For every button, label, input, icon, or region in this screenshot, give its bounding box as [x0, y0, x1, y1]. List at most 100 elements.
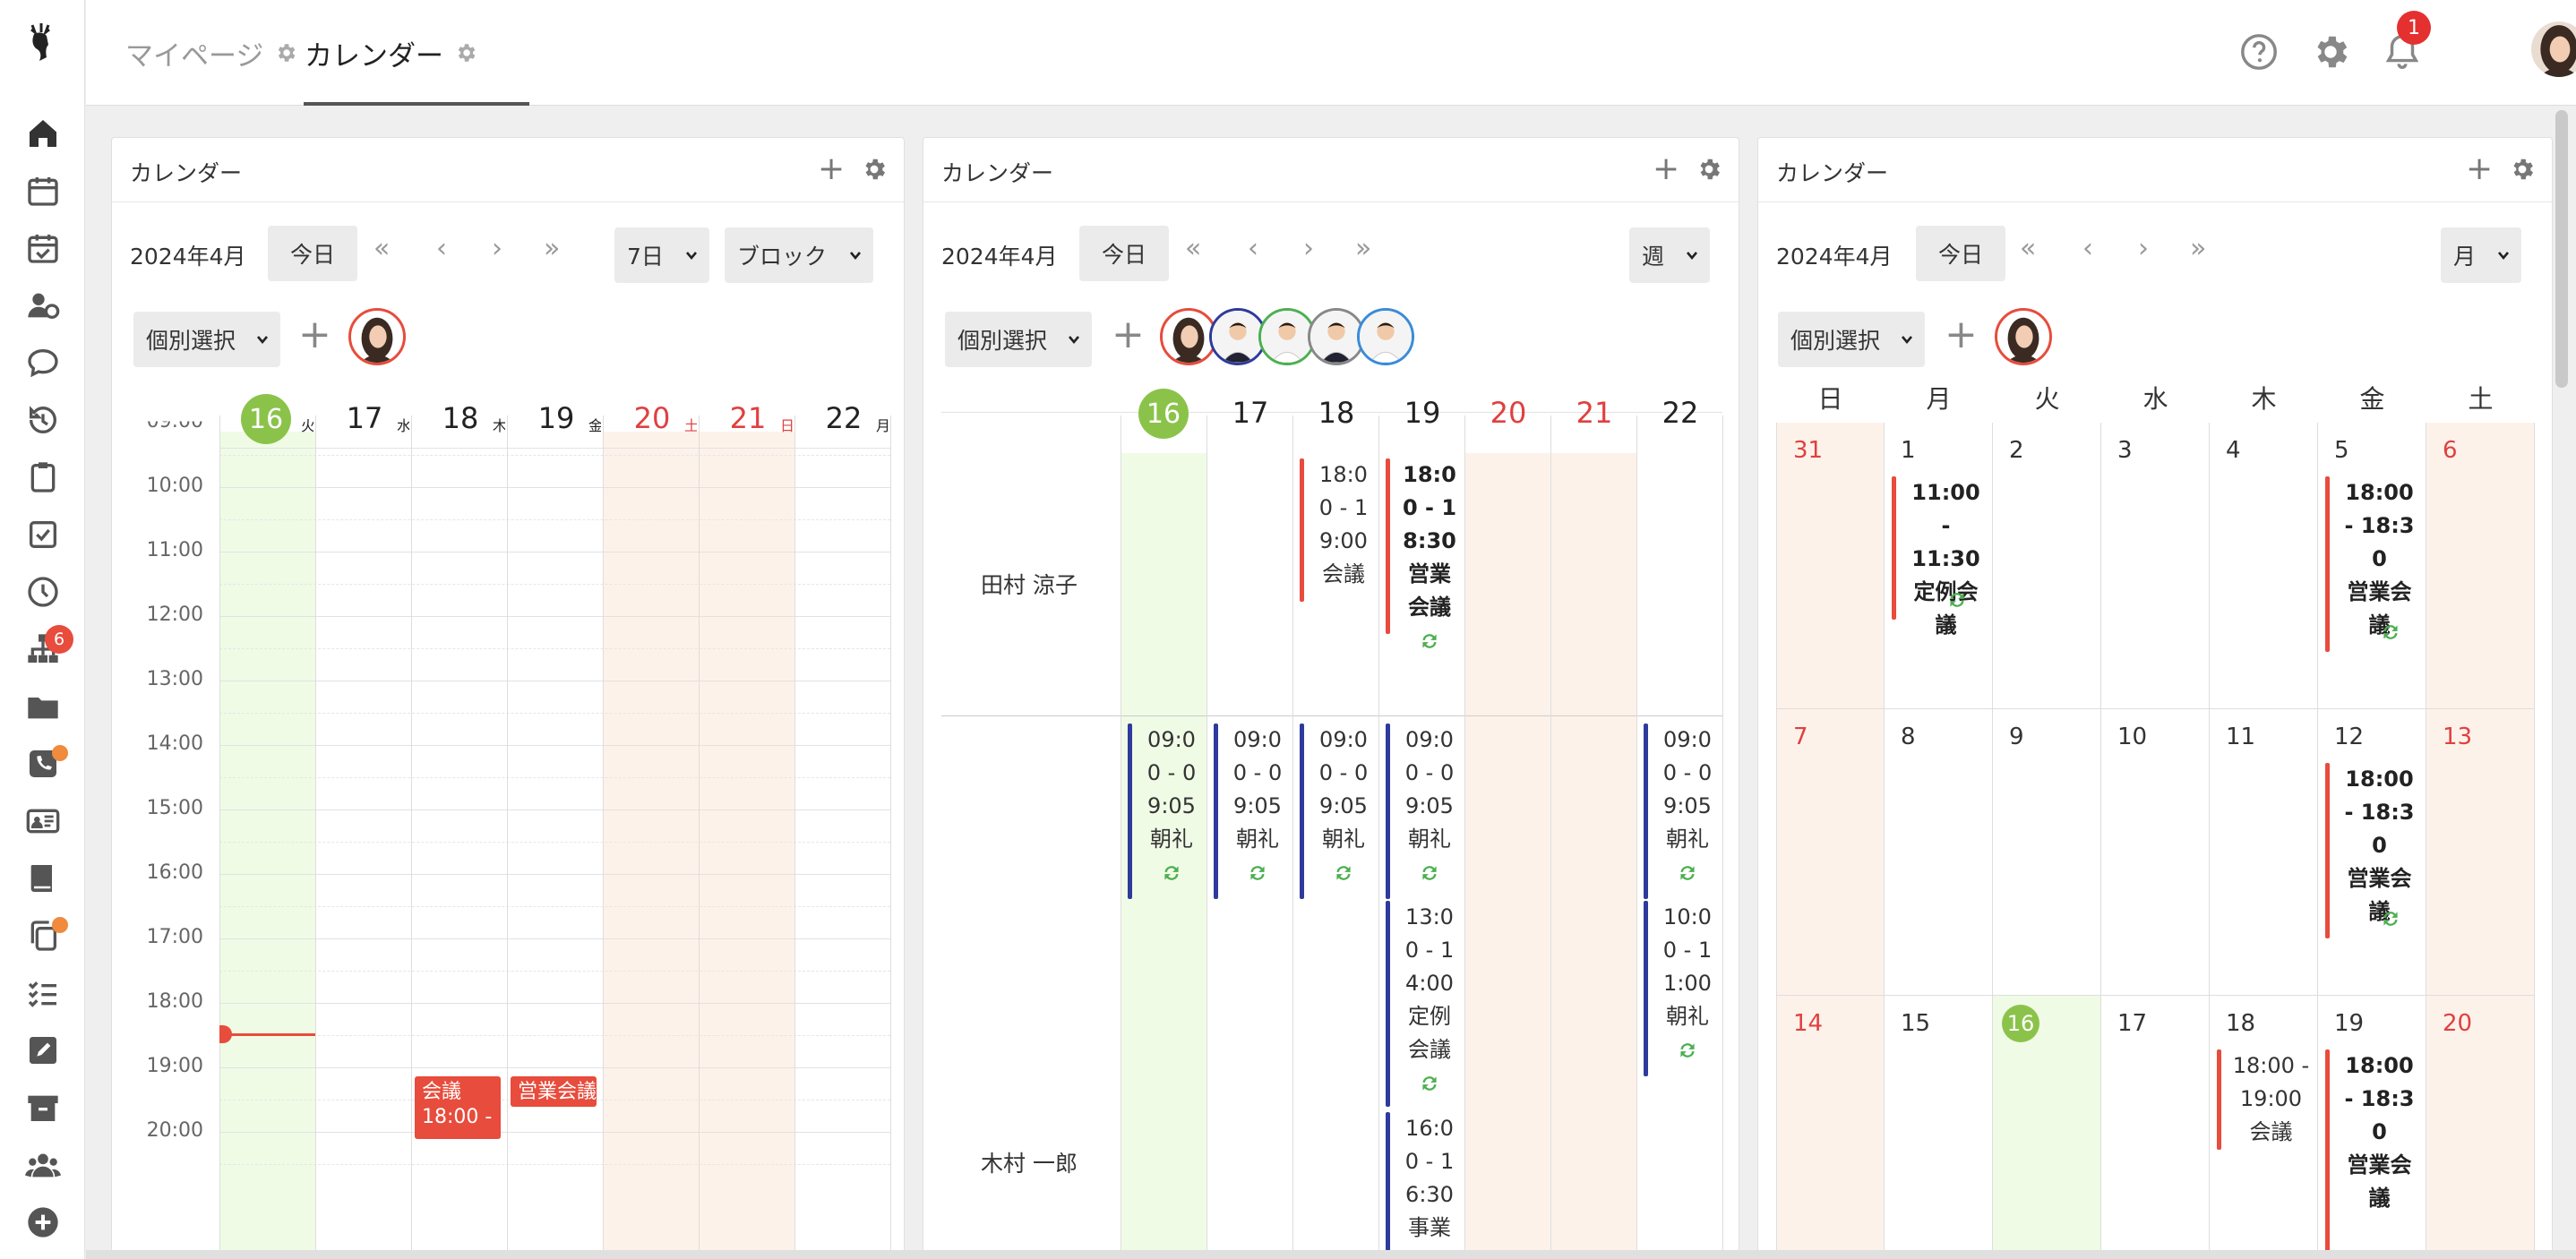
month-day-cell[interactable]: 7: [1776, 709, 1885, 996]
page-scrollbar[interactable]: [2555, 110, 2568, 388]
view-select[interactable]: 月: [2441, 227, 2521, 283]
month-day-cell[interactable]: 31: [1776, 423, 1885, 709]
prev-week-icon[interactable]: «: [374, 233, 390, 264]
sidebar-item-calendar-check[interactable]: [0, 222, 85, 274]
sidebar-item-add-circle[interactable]: [0, 1196, 85, 1248]
day-number[interactable]: 20: [1486, 396, 1531, 430]
view-select[interactable]: 週: [1629, 227, 1710, 283]
sidebar-item-home[interactable]: [0, 107, 85, 159]
next-week-icon[interactable]: »: [2190, 233, 2206, 264]
event-item[interactable]: 18:00 - 18:3 0 営業会 議: [2325, 1049, 2421, 1258]
sidebar-item-folder[interactable]: [0, 681, 85, 732]
gear-icon[interactable]: [454, 41, 477, 64]
sidebar-item-calendar[interactable]: [0, 165, 85, 217]
month-day-cell[interactable]: 16: [1993, 996, 2101, 1258]
sidebar-item-clock[interactable]: [0, 566, 85, 618]
month-day-cell[interactable]: 10: [2101, 709, 2210, 996]
day-number[interactable]: 17: [342, 401, 387, 435]
next-week-icon[interactable]: »: [1355, 233, 1371, 264]
prev-week-icon[interactable]: «: [2020, 233, 2036, 264]
event-block[interactable]: 営業会議: [511, 1076, 597, 1107]
sidebar-item-copy[interactable]: [0, 910, 85, 962]
prev-icon[interactable]: ‹: [1248, 233, 1258, 264]
today-button[interactable]: 今日: [1079, 226, 1169, 281]
day-number[interactable]: 17: [1228, 396, 1273, 430]
day-number[interactable]: 21: [726, 401, 770, 435]
next-week-icon[interactable]: »: [544, 233, 560, 264]
tab-calendar[interactable]: カレンダー: [305, 0, 477, 106]
day-number[interactable]: 18: [1314, 396, 1359, 430]
gear-icon[interactable]: [274, 41, 297, 64]
sidebar-item-address-card[interactable]: [0, 795, 85, 847]
event-item[interactable]: 09:0 0 - 0 9:05 朝礼: [1214, 724, 1289, 899]
member-avatar[interactable]: [348, 308, 406, 365]
deer-logo-icon[interactable]: [20, 21, 63, 64]
range-select[interactable]: 7日: [614, 227, 709, 283]
add-member-icon[interactable]: +: [1112, 315, 1145, 355]
user-avatar[interactable]: [2531, 21, 2576, 77]
month-day-cell[interactable]: 14: [1776, 996, 1885, 1258]
add-member-icon[interactable]: +: [298, 315, 331, 355]
prev-icon[interactable]: ‹: [436, 233, 447, 264]
day-number[interactable]: 19: [1400, 396, 1445, 430]
month-day-cell[interactable]: 20: [2426, 996, 2535, 1258]
help-icon[interactable]: [2238, 31, 2280, 73]
sidebar-item-user-clock[interactable]: [0, 279, 85, 331]
sidebar-item-book[interactable]: [0, 852, 85, 904]
event-item[interactable]: 09:0 0 - 0 9:05 朝礼: [1386, 724, 1461, 899]
event-item[interactable]: 09:0 0 - 0 9:05 朝礼: [1300, 724, 1375, 899]
prev-icon[interactable]: ‹: [2082, 233, 2093, 264]
add-icon[interactable]: +: [1653, 153, 1679, 185]
month-day-cell[interactable]: 2: [1993, 423, 2101, 709]
sidebar-item-checkbox[interactable]: [0, 509, 85, 561]
member-avatar[interactable]: [1995, 308, 2052, 365]
sidebar-item-task-list[interactable]: [0, 967, 85, 1019]
day-number[interactable]: 22: [1658, 396, 1703, 430]
event-item[interactable]: 09:0 0 - 0 9:05 朝礼: [1644, 724, 1719, 899]
sidebar-item-org-chart[interactable]: 6: [0, 623, 85, 675]
today-date-circle[interactable]: 16: [1138, 389, 1189, 439]
month-day-cell[interactable]: 11: [2210, 709, 2318, 996]
event-item[interactable]: 18:0 0 - 1 9:00 会議: [1300, 458, 1375, 602]
today-button[interactable]: 今日: [268, 226, 357, 281]
add-member-icon[interactable]: +: [1945, 315, 1978, 355]
view-select[interactable]: ブロック: [725, 227, 873, 283]
sidebar-item-clipboard[interactable]: [0, 451, 85, 503]
event-item[interactable]: 18:0 0 - 1 8:30 営業 会議: [1386, 458, 1461, 648]
month-day-cell[interactable]: 13: [2426, 709, 2535, 996]
event-item[interactable]: 18:00 - 18:3 0 営業会 議: [2325, 763, 2421, 938]
month-day-cell[interactable]: 9: [1993, 709, 2101, 996]
today-button[interactable]: 今日: [1916, 226, 2005, 281]
settings-gear-icon[interactable]: [2310, 31, 2351, 73]
event-item[interactable]: 13:0 0 - 1 4:00 定例 会議: [1386, 901, 1461, 1107]
day-number[interactable]: 18: [438, 401, 483, 435]
event-item[interactable]: 10:0 0 - 1 1:00 朝礼: [1644, 901, 1719, 1076]
event-item[interactable]: 16:0 0 - 1 6:30 事業: [1386, 1112, 1461, 1258]
sidebar-item-users[interactable]: [0, 1139, 85, 1191]
month-day-cell[interactable]: 3: [2101, 423, 2210, 709]
month-day-cell[interactable]: 4: [2210, 423, 2318, 709]
event-block[interactable]: 会議 18:00 -: [415, 1076, 501, 1139]
sidebar-item-history[interactable]: [0, 394, 85, 446]
today-date-circle[interactable]: 16: [241, 394, 291, 444]
event-item[interactable]: 18:00 - 18:3 0 営業会 議: [2325, 476, 2421, 652]
event-item[interactable]: 18:00 - 19:00 会議: [2217, 1049, 2313, 1150]
next-icon[interactable]: ›: [492, 233, 502, 264]
gear-icon[interactable]: [2509, 156, 2536, 183]
prev-week-icon[interactable]: «: [1185, 233, 1201, 264]
next-icon[interactable]: ›: [2138, 233, 2149, 264]
member-select[interactable]: 個別選択: [133, 312, 280, 367]
gear-icon[interactable]: [1696, 156, 1722, 183]
month-day-cell[interactable]: 8: [1885, 709, 1993, 996]
gear-icon[interactable]: [861, 156, 888, 183]
event-item[interactable]: 11:00 - 11:30 定例会 議: [1892, 476, 1988, 638]
add-icon[interactable]: +: [2466, 153, 2493, 185]
day-number[interactable]: 22: [821, 401, 866, 435]
day-number[interactable]: 20: [630, 401, 674, 435]
sidebar-item-edit[interactable]: [0, 1024, 85, 1076]
add-icon[interactable]: +: [818, 153, 845, 185]
tab-mypage[interactable]: マイページ: [125, 0, 297, 106]
month-day-cell[interactable]: 15: [1885, 996, 1993, 1258]
sidebar-item-archive[interactable]: [0, 1082, 85, 1134]
day-number[interactable]: 21: [1572, 396, 1617, 430]
